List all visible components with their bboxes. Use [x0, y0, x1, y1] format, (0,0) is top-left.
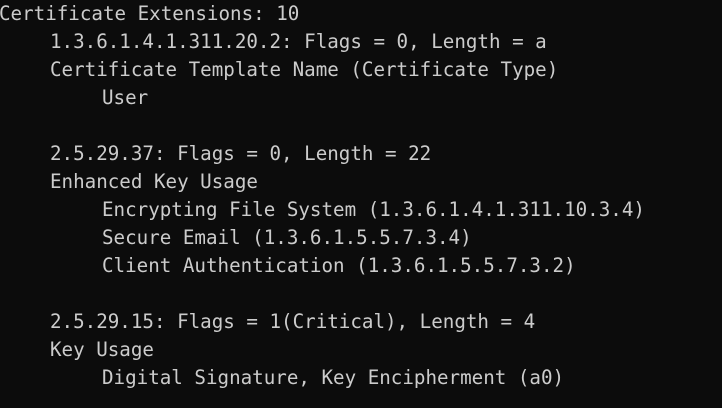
extension-oid-line: 1.3.6.1.4.1.311.20.2: Flags = 0, Length …: [50, 30, 547, 53]
extension-name: Certificate Template Name (Certificate T…: [50, 58, 559, 81]
extension-name: Key Usage: [50, 338, 154, 361]
extension-value: User: [102, 86, 149, 109]
extension-value: Encrypting File System (1.3.6.1.4.1.311.…: [102, 198, 645, 221]
extension-value: Digital Signature, Key Encipherment (a0): [102, 366, 565, 389]
extension-value: Secure Email (1.3.6.1.5.5.7.3.4): [102, 226, 472, 249]
extension-name: Enhanced Key Usage: [50, 170, 258, 193]
extension-value: Client Authentication (1.3.6.1.5.5.7.3.2…: [102, 254, 576, 277]
extension-oid-line: 2.5.29.37: Flags = 0, Length = 22: [50, 142, 432, 165]
extension-oid-line: 2.5.29.15: Flags = 1(Critical), Length =…: [50, 310, 536, 333]
console-window[interactable]: Certificate Extensions: 10 1.3.6.1.4.1.3…: [0, 0, 722, 408]
extensions-header: Certificate Extensions: 10: [0, 2, 300, 25]
